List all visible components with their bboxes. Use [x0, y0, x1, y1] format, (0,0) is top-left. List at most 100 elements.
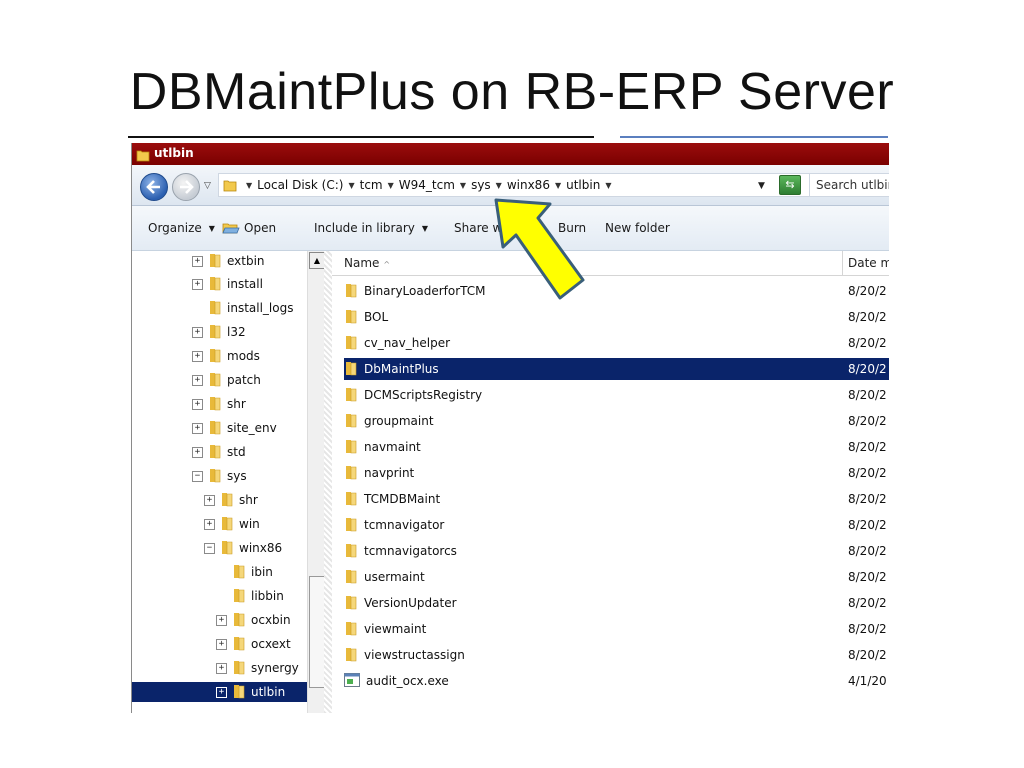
folder-icon: [344, 360, 358, 379]
column-header-name[interactable]: Name ^: [344, 256, 390, 270]
tree-item-install-logs[interactable]: install_logs: [192, 298, 293, 318]
expand-icon[interactable]: +: [216, 614, 227, 626]
title-underline-accent: [620, 136, 888, 138]
file-row[interactable]: cv_nav_helper 8/20/2: [344, 332, 889, 354]
file-row-selected[interactable]: DbMaintPlus 8/20/2: [344, 358, 889, 380]
folder-icon: [208, 467, 222, 486]
title-underline: [128, 136, 594, 138]
forward-arrow-icon: [180, 180, 194, 194]
tree-item-sys-shr[interactable]: + shr: [204, 490, 258, 510]
slide-title: DBMaintPlus on RB-ERP Server: [129, 63, 895, 121]
file-row[interactable]: tcmnavigatorcs 8/20/2: [344, 540, 889, 562]
recent-pages-chevron-icon[interactable]: ▽: [204, 181, 211, 191]
search-box[interactable]: [809, 173, 889, 197]
chevron-down-icon: ▼: [208, 223, 215, 233]
folder-icon: [220, 515, 234, 534]
file-row[interactable]: usermaint 8/20/2: [344, 566, 889, 588]
column-header-date[interactable]: Date m: [848, 256, 889, 270]
folder-icon: [208, 275, 222, 294]
navigation-pane: + extbin + install install_logs + l32 + mods…: [132, 251, 307, 713]
tree-item-ocxbin[interactable]: + ocxbin: [216, 610, 291, 630]
expand-icon[interactable]: +: [216, 638, 227, 650]
expand-icon[interactable]: +: [192, 422, 203, 434]
include-in-library-button[interactable]: Include in library ▼: [314, 221, 428, 235]
navigation-scrollbar[interactable]: ▲: [307, 251, 325, 713]
new-folder-button[interactable]: New folder: [605, 221, 670, 235]
breadcrumb-chevron-icon[interactable]: ▼: [600, 181, 616, 190]
expand-icon[interactable]: +: [192, 446, 203, 458]
breadcrumb-item[interactable]: ▼ tcm: [343, 178, 382, 192]
address-dropdown-icon[interactable]: ▼: [758, 181, 765, 191]
search-input[interactable]: [810, 175, 889, 195]
tree-item-libbin[interactable]: libbin: [216, 586, 284, 606]
expand-icon[interactable]: +: [216, 662, 227, 674]
forward-button[interactable]: [172, 173, 200, 201]
tree-item-sys[interactable]: − sys: [192, 466, 247, 486]
expand-icon[interactable]: +: [192, 398, 203, 410]
folder-icon: [344, 308, 358, 327]
tree-item-mods[interactable]: + mods: [192, 346, 260, 366]
expand-icon[interactable]: +: [192, 278, 203, 290]
folder-icon: [344, 386, 358, 405]
folder-icon: [208, 252, 222, 271]
column-divider[interactable]: [842, 251, 843, 275]
tree-item-install[interactable]: + install: [192, 274, 263, 294]
expand-icon[interactable]: +: [216, 686, 227, 698]
folder-icon: [208, 395, 222, 414]
organize-button[interactable]: Organize ▼: [148, 221, 215, 235]
open-button[interactable]: Open: [222, 221, 276, 235]
window-titlebar[interactable]: utlbin: [132, 143, 889, 165]
tree-item-win[interactable]: + win: [204, 514, 260, 534]
file-row[interactable]: audit_ocx.exe 4/1/20: [344, 670, 889, 692]
expand-icon[interactable]: +: [204, 494, 215, 506]
file-row[interactable]: navmaint 8/20/2: [344, 436, 889, 458]
expand-icon[interactable]: +: [192, 350, 203, 362]
folder-icon: [344, 438, 358, 457]
expand-icon[interactable]: +: [192, 255, 203, 267]
file-row[interactable]: tcmnavigator 8/20/2: [344, 514, 889, 536]
file-row[interactable]: viewstructassign 8/20/2: [344, 644, 889, 666]
back-button[interactable]: [140, 173, 168, 201]
refresh-icon: ⇆: [785, 178, 795, 191]
tree-item-winx86[interactable]: − winx86: [204, 538, 282, 558]
collapse-icon[interactable]: −: [204, 542, 215, 554]
folder-icon: [223, 178, 237, 192]
callout-arrow-icon: [494, 198, 585, 300]
tree-item-site-env[interactable]: + site_env: [192, 418, 277, 438]
tree-item-l32[interactable]: + l32: [192, 322, 246, 342]
breadcrumb-item[interactable]: ▼ W94_tcm: [383, 178, 455, 192]
scrollbar-thumb[interactable]: [309, 576, 325, 688]
tree-item-shr[interactable]: + shr: [192, 394, 246, 414]
expand-icon[interactable]: +: [204, 518, 215, 530]
folder-icon: [344, 646, 358, 665]
tree-item-ocxext[interactable]: + ocxext: [216, 634, 291, 654]
file-list: Name ^ Date m BinaryLoaderforTCM 8/20/2 BO…: [332, 251, 889, 713]
folder-icon: [232, 611, 246, 630]
tree-item-utlbin[interactable]: + utlbin: [132, 682, 307, 702]
file-row[interactable]: TCMDBMaint 8/20/2: [344, 488, 889, 510]
column-header-row: Name ^ Date m: [332, 251, 889, 276]
tree-item-ibin[interactable]: ibin: [216, 562, 273, 582]
tree-item-patch[interactable]: + patch: [192, 370, 261, 390]
file-row[interactable]: VersionUpdater 8/20/2: [344, 592, 889, 614]
chevron-down-icon: ▼: [421, 223, 429, 233]
tree-item-synergy[interactable]: + synergy: [216, 658, 307, 678]
file-row[interactable]: viewmaint 8/20/2: [344, 618, 889, 640]
pane-splitter[interactable]: [324, 251, 332, 713]
file-row[interactable]: DCMScriptsRegistry 8/20/2: [344, 384, 889, 406]
scroll-up-arrow-icon[interactable]: ▲: [309, 252, 325, 269]
back-arrow-icon: [146, 180, 160, 194]
file-row[interactable]: navprint 8/20/2: [344, 462, 889, 484]
tree-item-std[interactable]: + std: [192, 442, 246, 462]
collapse-icon[interactable]: −: [192, 470, 203, 482]
refresh-button[interactable]: ⇆: [779, 175, 801, 195]
file-row[interactable]: BinaryLoaderforTCM 8/20/2: [344, 280, 889, 302]
sort-ascending-icon: ^: [383, 260, 391, 269]
tree-item-extbin[interactable]: + extbin: [192, 251, 265, 271]
file-row[interactable]: BOL 8/20/2: [344, 306, 889, 328]
file-row[interactable]: groupmaint 8/20/2: [344, 410, 889, 432]
breadcrumb-item[interactable]: ▼ Local Disk (C:): [241, 178, 343, 192]
expand-icon[interactable]: +: [192, 326, 203, 338]
expand-icon[interactable]: +: [192, 374, 203, 386]
folder-icon: [208, 443, 222, 462]
